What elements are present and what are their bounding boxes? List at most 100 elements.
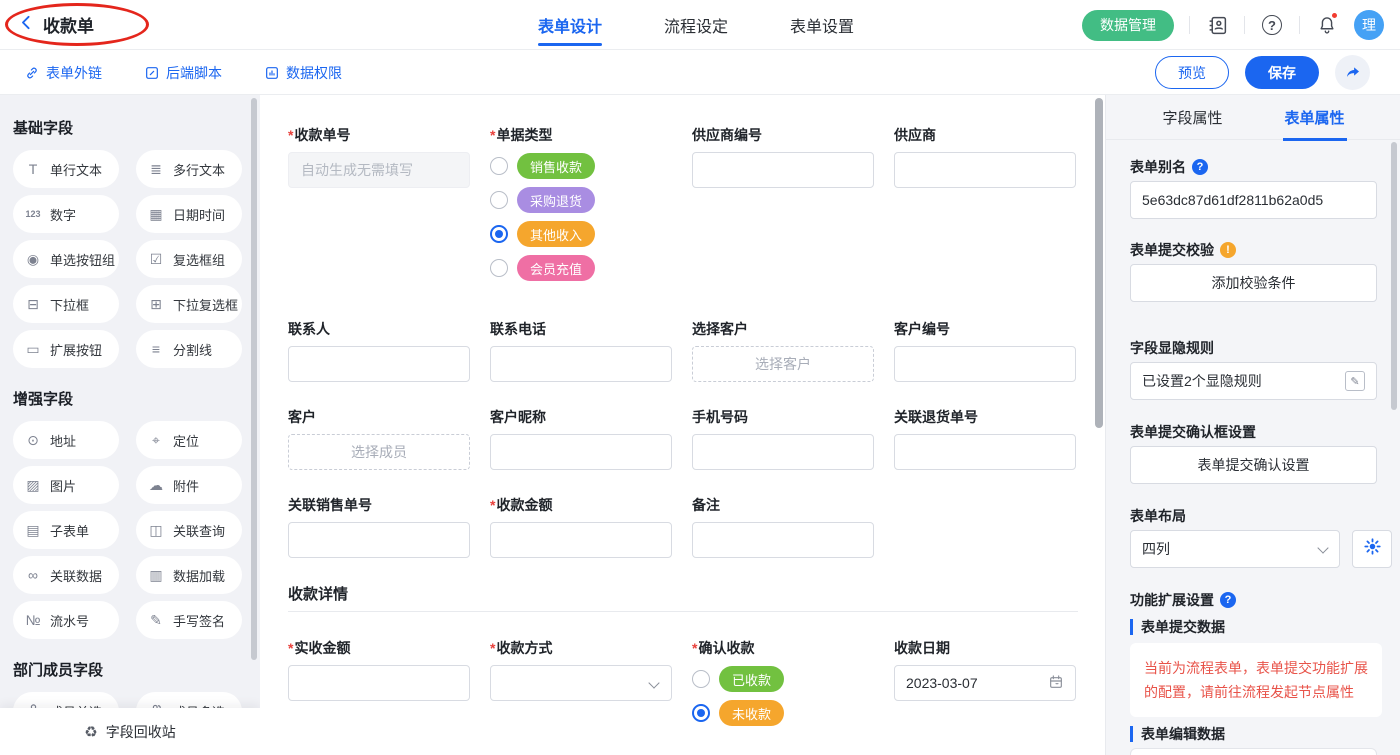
- field-customer-nick[interactable]: 客户昵称: [490, 407, 672, 470]
- customer-no-input[interactable]: [894, 346, 1076, 382]
- share-button[interactable]: [1335, 55, 1370, 90]
- actual-amount-input[interactable]: [288, 665, 470, 701]
- field-remark[interactable]: 备注: [692, 495, 874, 558]
- avatar[interactable]: 理: [1354, 10, 1384, 40]
- add-validation-button[interactable]: 添加校验条件: [1130, 264, 1377, 302]
- submit-confirm-label: 表单提交确认框设置: [1130, 422, 1256, 442]
- related-sales-no-input[interactable]: [288, 522, 470, 558]
- backend-script-link[interactable]: 后端脚本: [144, 63, 222, 83]
- tab-flow-setting[interactable]: 流程设定: [664, 0, 728, 50]
- field-receipt-date[interactable]: 收款日期 2023-03-07: [894, 638, 1076, 701]
- layout-settings-button[interactable]: [1352, 530, 1392, 568]
- field-pill-radio-group[interactable]: ◉单选按钮组: [13, 240, 119, 278]
- field-pill-data-load[interactable]: ▥数据加载: [136, 556, 242, 594]
- preview-button[interactable]: 预览: [1155, 56, 1229, 89]
- confirm-option-not-received[interactable]: 未收款: [692, 700, 874, 726]
- field-actual-amount[interactable]: *实收金额: [288, 638, 470, 701]
- field-related-return-no[interactable]: 关联退货单号: [894, 407, 1076, 470]
- field-pill-checkbox-group[interactable]: ☑复选框组: [136, 240, 242, 278]
- field-pay-method[interactable]: *收款方式: [490, 638, 672, 701]
- panel-scrollbar[interactable]: [1391, 142, 1397, 410]
- tab-form-design[interactable]: 表单设计: [538, 0, 602, 50]
- radio-icon[interactable]: [692, 670, 710, 688]
- field-supplier[interactable]: 供应商: [894, 125, 1076, 188]
- field-pill-subform[interactable]: ▤子表单: [13, 511, 119, 549]
- receipt-date-input[interactable]: 2023-03-07: [894, 665, 1076, 701]
- field-confirm-receipt[interactable]: *确认收款 已收款 未收款: [692, 638, 874, 726]
- field-related-sales-no[interactable]: 关联销售单号: [288, 495, 470, 558]
- field-pill-datetime[interactable]: ▦日期时间: [136, 195, 242, 233]
- doc-type-option-member-recharge[interactable]: 会员充值: [490, 255, 672, 281]
- help-icon[interactable]: [1260, 13, 1284, 37]
- field-pill-dropdown[interactable]: ⊟下拉框: [13, 285, 119, 323]
- field-pill-single-line-text[interactable]: T单行文本: [13, 150, 119, 188]
- doc-type-option-sales[interactable]: 销售收款: [490, 153, 672, 179]
- contact-phone-input[interactable]: [490, 346, 672, 382]
- field-recycle-bin[interactable]: ♻ 字段回收站: [0, 708, 260, 755]
- field-select-customer[interactable]: 选择客户 选择客户: [692, 319, 874, 382]
- form-alias-input[interactable]: 5e63dc87d61df2811b62a0d5: [1130, 181, 1377, 219]
- amount-input[interactable]: [490, 522, 672, 558]
- save-button[interactable]: 保存: [1245, 56, 1319, 89]
- sidebar-scrollbar[interactable]: [251, 98, 257, 660]
- data-manage-button[interactable]: 数据管理: [1082, 10, 1174, 41]
- field-pill-number[interactable]: 123数字: [13, 195, 119, 233]
- data-permission-link[interactable]: 数据权限: [264, 63, 342, 83]
- help-badge-icon[interactable]: [1220, 592, 1236, 608]
- pay-method-select[interactable]: [490, 665, 672, 701]
- visibility-rules-box[interactable]: 已设置2个显隐规则 ✎: [1130, 362, 1377, 400]
- field-pill-attachment[interactable]: ☁附件: [136, 466, 242, 504]
- field-amount[interactable]: *收款金额: [490, 495, 672, 558]
- field-pill-multi-dropdown[interactable]: ⊞下拉复选框: [136, 285, 242, 323]
- field-pill-image[interactable]: ▨图片: [13, 466, 119, 504]
- field-pill-extend-button[interactable]: ▭扩展按钮: [13, 330, 119, 368]
- radio-icon-selected[interactable]: [490, 225, 508, 243]
- radio-icon-selected[interactable]: [692, 704, 710, 722]
- field-pill-divider[interactable]: ≡分割线: [136, 330, 242, 368]
- contact-input[interactable]: [288, 346, 470, 382]
- field-pill-multi-line-text[interactable]: ≣多行文本: [136, 150, 242, 188]
- field-pill-linked-data[interactable]: ∞关联数据: [13, 556, 119, 594]
- field-pill-geolocation[interactable]: ⌖定位: [136, 421, 242, 459]
- mobile-input[interactable]: [692, 434, 874, 470]
- field-pill-signature[interactable]: ✎手写签名: [136, 601, 242, 639]
- receipt-no-input[interactable]: 自动生成无需填写: [288, 152, 470, 188]
- tab-field-properties[interactable]: 字段属性: [1162, 95, 1222, 140]
- field-supplier-no[interactable]: 供应商编号: [692, 125, 874, 188]
- back-button[interactable]: 收款单: [18, 12, 94, 37]
- field-contact[interactable]: 联系人: [288, 319, 470, 382]
- doc-type-option-purchase-return[interactable]: 采购退货: [490, 187, 672, 213]
- help-badge-icon[interactable]: [1192, 159, 1208, 175]
- field-pill-linked-query[interactable]: ◫关联查询: [136, 511, 242, 549]
- canvas-scrollbar[interactable]: [1095, 98, 1103, 428]
- field-customer[interactable]: 客户 选择成员: [288, 407, 470, 470]
- layout-select[interactable]: 四列: [1130, 530, 1340, 568]
- doc-type-option-other-income[interactable]: 其他收入: [490, 221, 672, 247]
- supplier-input[interactable]: [894, 152, 1076, 188]
- select-customer-button[interactable]: 选择客户: [692, 346, 874, 382]
- radio-icon[interactable]: [490, 191, 508, 209]
- field-doc-type[interactable]: *单据类型 销售收款 采购退货 其他收入 会员充值: [490, 125, 672, 281]
- field-pill-serial-number[interactable]: №流水号: [13, 601, 119, 639]
- radio-icon[interactable]: [490, 259, 508, 277]
- field-contact-phone[interactable]: 联系电话: [490, 319, 672, 382]
- field-receipt-no[interactable]: *收款单号 自动生成无需填写: [288, 125, 470, 188]
- notification-bell-icon[interactable]: [1315, 13, 1339, 37]
- warning-badge-icon[interactable]: [1220, 242, 1236, 258]
- related-return-no-input[interactable]: [894, 434, 1076, 470]
- supplier-no-input[interactable]: [692, 152, 874, 188]
- customer-nick-input[interactable]: [490, 434, 672, 470]
- select-member-button[interactable]: 选择成员: [288, 434, 470, 470]
- confirm-option-received[interactable]: 已收款: [692, 666, 874, 692]
- edit-icon[interactable]: ✎: [1345, 371, 1365, 391]
- contacts-icon[interactable]: [1205, 13, 1229, 37]
- remark-input[interactable]: [692, 522, 874, 558]
- field-customer-no[interactable]: 客户编号: [894, 319, 1076, 382]
- field-mobile[interactable]: 手机号码: [692, 407, 874, 470]
- tab-form-setting[interactable]: 表单设置: [790, 0, 854, 50]
- submit-confirm-button[interactable]: 表单提交确认设置: [1130, 446, 1377, 484]
- form-external-link[interactable]: 表单外链: [24, 63, 102, 83]
- tab-form-properties[interactable]: 表单属性: [1285, 95, 1345, 140]
- field-pill-address[interactable]: ⊙地址: [13, 421, 119, 459]
- radio-icon[interactable]: [490, 157, 508, 175]
